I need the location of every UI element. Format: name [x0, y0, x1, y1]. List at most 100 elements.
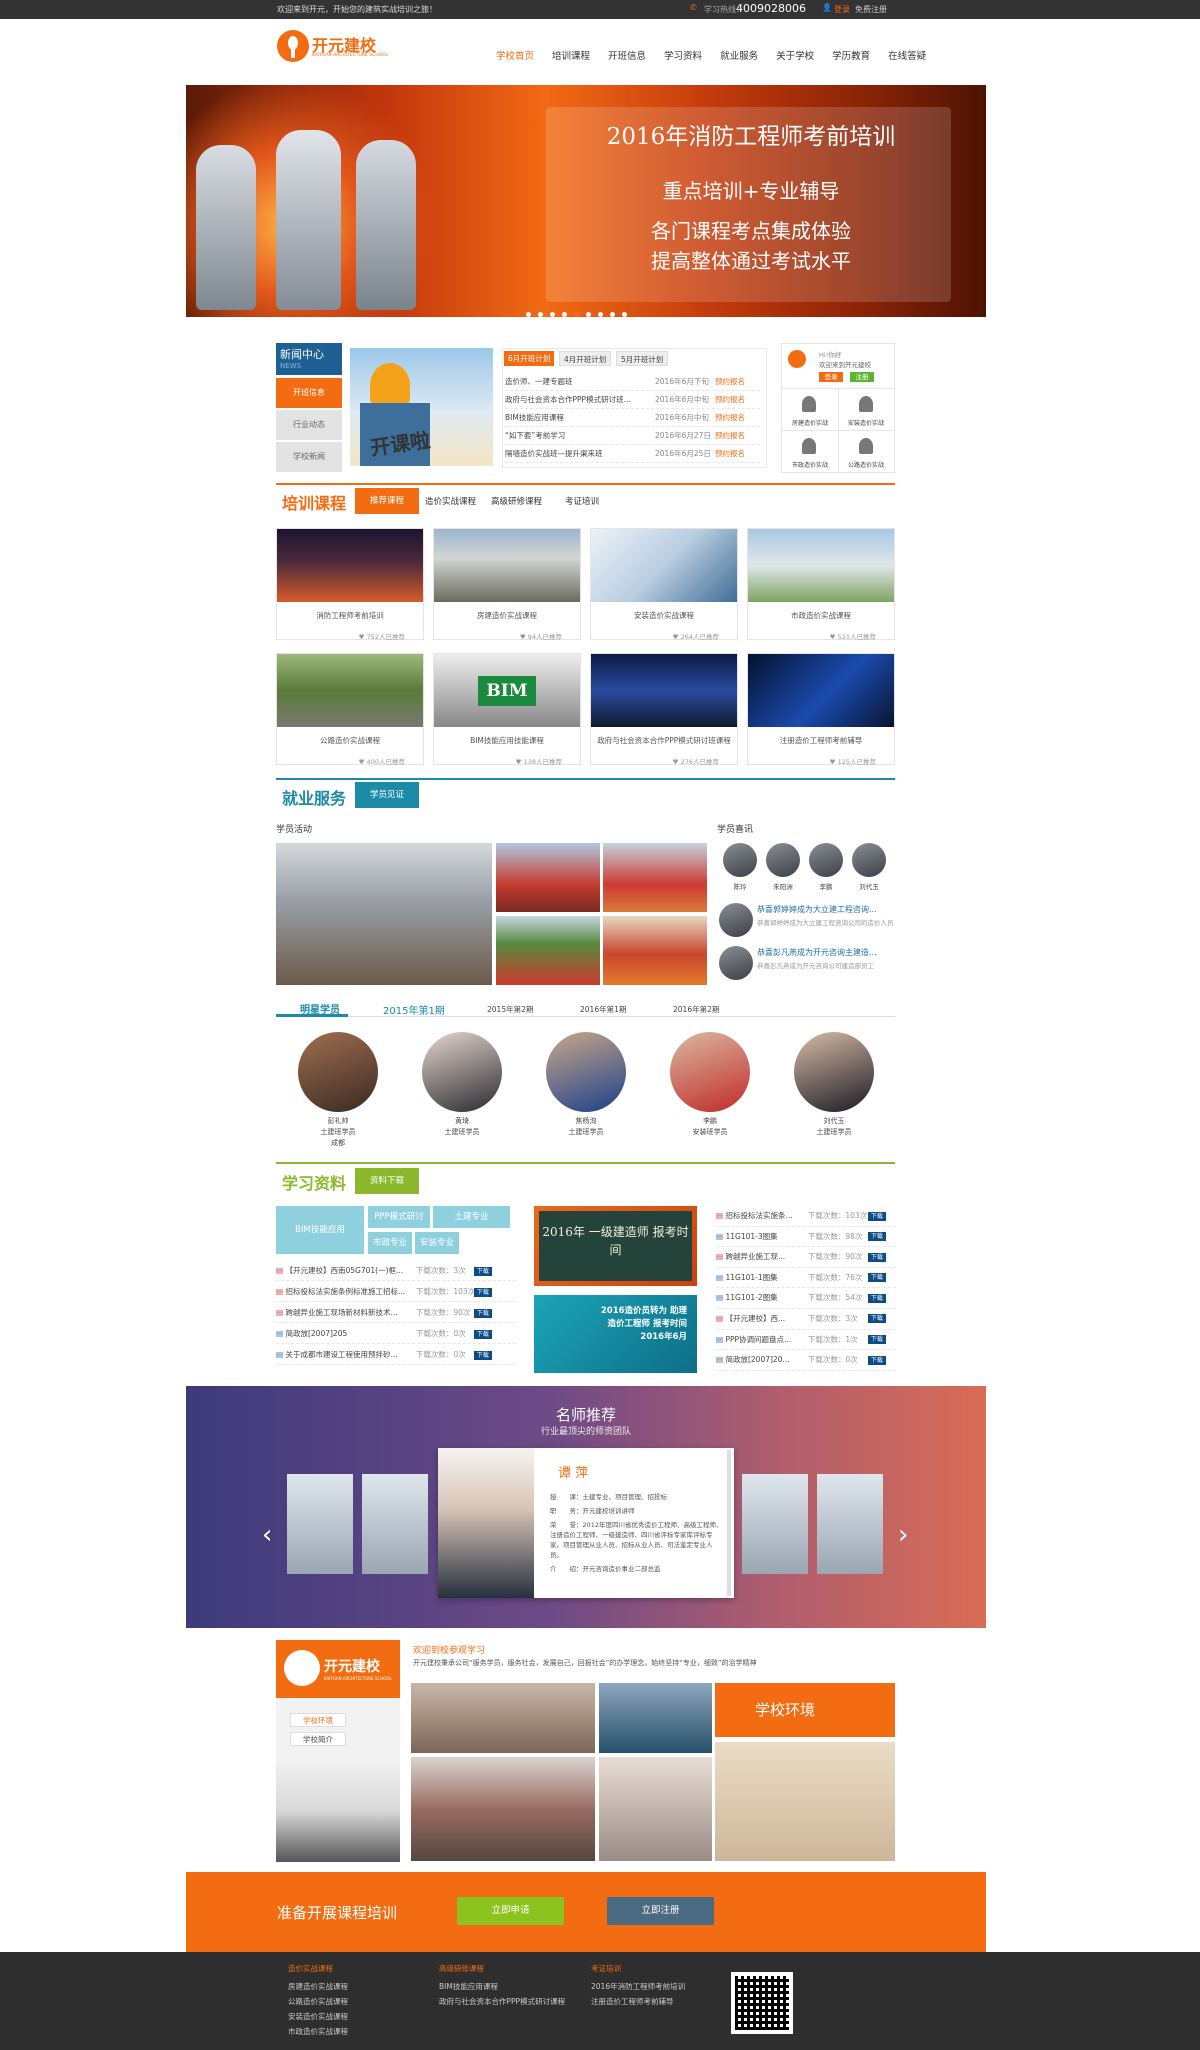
footer-link[interactable]: 注册造价工程师考前辅导	[591, 1994, 685, 2009]
banner-dot[interactable]	[610, 312, 615, 317]
footer-link[interactable]: BIM技能应用课程	[439, 1979, 565, 1994]
material-row[interactable]: ▤ 11G101-2图集 下载次数：54次 下载	[716, 1288, 896, 1309]
course-card[interactable]: 公路造价实战课程 ♥ 400人已推荐	[276, 653, 424, 766]
register-link[interactable]: 免费注册	[855, 4, 887, 15]
about-photo[interactable]	[411, 1757, 595, 1861]
next-arrow-icon[interactable]: ›	[898, 1520, 908, 1550]
material-category[interactable]: 安装专业	[415, 1232, 459, 1254]
banner-dot[interactable]	[550, 312, 555, 317]
news-row-signup[interactable]: 预约报名	[715, 377, 745, 386]
news-tab[interactable]: 4月开班计划	[559, 351, 612, 366]
prev-arrow-icon[interactable]: ‹	[262, 1520, 272, 1550]
about-photo[interactable]	[715, 1742, 895, 1861]
nav-qa[interactable]: 在线答疑	[888, 51, 926, 62]
star-student-photo[interactable]	[422, 1032, 502, 1112]
nav-jobs[interactable]: 就业服务	[720, 51, 758, 62]
download-button[interactable]: 下载	[867, 1232, 886, 1242]
material-row[interactable]: ▤ 【开元建校】西... 下载次数：3次 下载	[716, 1309, 896, 1330]
student-avatar[interactable]	[723, 843, 757, 877]
activity-photo[interactable]	[496, 843, 600, 912]
courses-tab[interactable]: 高级研修课程	[491, 495, 542, 507]
login-button[interactable]: 登录	[819, 372, 843, 382]
course-card[interactable]: 注册造价工程师考前辅导 ♥ 125人已推荐	[747, 653, 895, 766]
download-button[interactable]: 下载	[473, 1287, 492, 1297]
featured-teacher-card[interactable]: 谭 萍 授 课：土建专业、项目管理、招投标 职 务：开元建校培训讲师 荣 誉：2…	[438, 1448, 734, 1598]
ad-cost-engineer[interactable]: 2016造价员转为 助理造价工程师 报考时间2016年6月	[534, 1295, 697, 1373]
star-tab[interactable]: 2015年第1期	[383, 1002, 445, 1017]
logo-icon[interactable]	[277, 30, 309, 62]
download-button[interactable]: 下载	[867, 1335, 886, 1345]
course-card[interactable]: 市政造价实战课程 ♥ 521人已推荐	[747, 528, 895, 641]
nav-about[interactable]: 关于学校	[776, 51, 814, 62]
banner-dot[interactable]	[622, 312, 627, 317]
banner-dot[interactable]	[526, 312, 531, 317]
banner-dot[interactable]	[538, 312, 543, 317]
star-tab[interactable]: 2015年第2期	[487, 1004, 533, 1015]
about-photo[interactable]	[599, 1757, 712, 1861]
banner-dot[interactable]	[562, 312, 567, 317]
download-button[interactable]: 下载	[867, 1252, 886, 1262]
nav-courses[interactable]: 培训课程	[552, 51, 590, 62]
footer-link[interactable]: 政府与社会资本合作PPP模式研讨课程	[439, 1994, 565, 2009]
download-button[interactable]: 下载	[867, 1355, 886, 1365]
download-button[interactable]: 下载	[867, 1314, 886, 1324]
star-student-photo[interactable]	[546, 1032, 626, 1112]
download-button[interactable]: 下载	[473, 1308, 492, 1318]
download-button[interactable]: 下载	[867, 1293, 886, 1303]
star-student-photo[interactable]	[794, 1032, 874, 1112]
news-row-signup[interactable]: 预约报名	[715, 449, 745, 458]
material-category[interactable]: 市政专业	[368, 1232, 412, 1254]
nav-classes[interactable]: 开班信息	[608, 51, 646, 62]
course-card[interactable]: 安装造价实战课程 ♥ 264人已推荐	[590, 528, 738, 641]
news-row-signup[interactable]: 预约报名	[715, 413, 745, 422]
download-button[interactable]: 下载	[473, 1329, 492, 1339]
service-label[interactable]: 公路造价实战	[840, 460, 892, 469]
news-row[interactable]: 隔墙造价实战班—提升渠来班 2016年6月25日 预约报名	[505, 445, 760, 463]
service-label[interactable]: 市政造价实战	[784, 460, 836, 469]
banner-dot[interactable]	[574, 312, 579, 317]
star-tab-active[interactable]: 明星学员	[300, 1001, 340, 1016]
teacher-photo[interactable]	[817, 1474, 883, 1574]
service-label[interactable]: 房建造价实战	[784, 418, 836, 427]
nav-materials[interactable]: 学习资料	[664, 51, 702, 62]
about-menu-item[interactable]: 学校简介	[290, 1732, 346, 1746]
about-photo[interactable]	[599, 1683, 712, 1753]
ad-constructor-exam[interactable]: 2016年 一级建造师 报考时间	[534, 1206, 697, 1286]
activity-photo[interactable]	[603, 843, 707, 912]
material-category[interactable]: PPP模式研讨	[368, 1206, 430, 1228]
activity-photo[interactable]	[496, 916, 600, 985]
course-card[interactable]: 消防工程师考前培训 ♥ 752人已推荐	[276, 528, 424, 641]
course-card[interactable]: 政府与社会资本合作PPP模式研讨班课程 ♥ 276人已推荐	[590, 653, 738, 766]
star-student-photo[interactable]	[298, 1032, 378, 1112]
activity-photo[interactable]	[276, 843, 492, 985]
courses-tab[interactable]: 造价实战课程	[425, 495, 476, 507]
scrollbar[interactable]	[727, 1450, 731, 1596]
material-row[interactable]: ▤ 招标投标法实施条例标准施工招标... 下载次数：103次 下载	[276, 1281, 516, 1302]
star-tab[interactable]: 2016年第1期	[580, 1004, 626, 1015]
service-label[interactable]: 安装造价实战	[840, 418, 892, 427]
about-photo[interactable]	[411, 1683, 595, 1753]
happy-news-headline[interactable]: 恭喜彭凡燕成为开元咨询主建造...	[757, 947, 897, 958]
course-card[interactable]: BIM BIM技能应用技能课程 ♥ 138人已推荐	[433, 653, 581, 766]
news-tab[interactable]: 6月开班计划	[504, 351, 555, 366]
apply-button[interactable]: 立即申请	[457, 1897, 564, 1925]
star-tab[interactable]: 2016年第2期	[673, 1004, 719, 1015]
material-row[interactable]: ▤ PPP协调问题盘点... 下载次数：1次 下载	[716, 1330, 896, 1351]
material-row[interactable]: ▤ 简政放[2007]20... 下载次数：0次 下载	[716, 1350, 896, 1371]
news-row-signup[interactable]: 预约报名	[715, 431, 745, 440]
download-button[interactable]: 下载	[867, 1211, 886, 1221]
footer-link[interactable]: 2016年消防工程师考前培训	[591, 1979, 685, 1994]
material-category[interactable]: 土建专业	[433, 1206, 510, 1228]
download-button[interactable]: 下载	[867, 1273, 886, 1283]
nav-home[interactable]: 学校首页	[496, 51, 534, 62]
news-row[interactable]: 政府与社会资本合作PPP模式研讨班... 2016年6月中旬 预约报名	[505, 391, 760, 409]
activity-photo[interactable]	[603, 916, 707, 985]
about-menu-item[interactable]: 学校环境	[290, 1713, 346, 1727]
footer-link[interactable]: 市政造价实战课程	[288, 2024, 348, 2039]
news-row[interactable]: BIM技能应用课程 2016年6月中旬 预约报名	[505, 409, 760, 427]
material-row[interactable]: ▤ 跨越异业施工现场新材料新技术... 下载次数：90次 下载	[276, 1302, 516, 1323]
student-avatar[interactable]	[766, 843, 800, 877]
student-avatar[interactable]	[852, 843, 886, 877]
news-row[interactable]: “如下套”考前学习 2016年6月27日 预约报名	[505, 427, 760, 445]
material-row[interactable]: ▤ 跨越异业施工现... 下载次数：90次 下载	[716, 1247, 896, 1268]
